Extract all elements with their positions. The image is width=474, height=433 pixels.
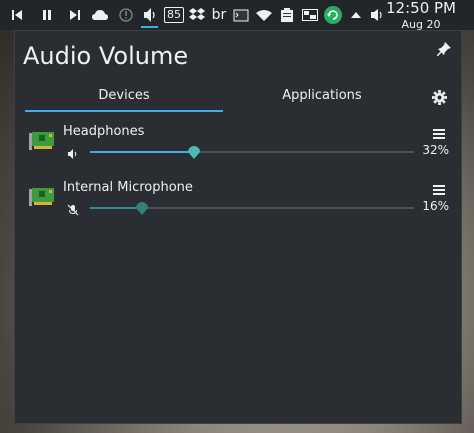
indicator-85-badge[interactable]: 85 — [162, 0, 186, 30]
microphone-volume-slider[interactable] — [90, 202, 414, 215]
device-menu-icon[interactable] — [433, 124, 445, 143]
media-pause-icon[interactable] — [36, 0, 58, 30]
wifi-icon[interactable] — [253, 0, 275, 30]
media-previous-icon[interactable] — [6, 0, 28, 30]
update-notifier-icon[interactable] — [322, 0, 344, 30]
keyboard-layout-text: br — [211, 7, 227, 23]
digital-clock[interactable]: 12:50 PM Aug 20 — [386, 0, 456, 31]
sound-card-icon — [29, 186, 55, 212]
expand-tray-arrow-icon[interactable] — [345, 0, 367, 30]
keyboard-layout-indicator[interactable]: br — [208, 0, 230, 30]
volume-percent: 32% — [422, 143, 449, 157]
tab-applications-label: Applications — [282, 88, 362, 103]
audio-volume-popup: Audio Volume Devices Applications Headph… — [14, 30, 462, 424]
notification-icon[interactable] — [115, 0, 137, 30]
volume-slider-handle[interactable] — [187, 144, 201, 159]
media-next-icon[interactable] — [64, 0, 86, 30]
popup-title: Audio Volume — [23, 42, 189, 70]
tab-applications[interactable]: Applications — [223, 88, 421, 103]
microphone-muted-icon[interactable] — [67, 201, 79, 220]
volume-system-icon[interactable] — [366, 0, 388, 30]
gear-icon[interactable] — [432, 90, 447, 109]
device-name: Internal Microphone — [63, 180, 193, 195]
tab-devices[interactable]: Devices — [25, 88, 223, 103]
display-config-icon[interactable] — [299, 0, 321, 30]
terminal-icon[interactable] — [230, 0, 252, 30]
top-panel: 85 br 12:50 PM Aug 20 — [0, 0, 474, 31]
volume-percent: 16% — [422, 199, 449, 213]
dropbox-icon[interactable] — [186, 0, 208, 30]
volume-slider-handle[interactable] — [135, 200, 149, 215]
device-row-internal-microphone: Internal Microphone 16% — [15, 180, 461, 230]
sound-card-icon — [29, 130, 55, 156]
clipboard-icon[interactable] — [276, 0, 298, 30]
device-menu-icon[interactable] — [433, 180, 445, 199]
device-row-headphones: Headphones 32% — [15, 124, 461, 174]
active-tab-indicator — [25, 110, 223, 112]
volume-slider[interactable] — [90, 146, 414, 159]
active-tray-indicator — [141, 26, 158, 28]
device-name: Headphones — [63, 124, 145, 139]
speaker-mute-toggle-icon[interactable] — [67, 145, 79, 164]
volume-slider-fill — [90, 151, 194, 153]
tab-devices-label: Devices — [98, 88, 150, 103]
badge-text: 85 — [164, 7, 184, 23]
clock-time: 12:50 PM — [386, 0, 456, 17]
cloud-sync-icon[interactable] — [89, 0, 111, 30]
pin-icon[interactable] — [436, 41, 451, 60]
